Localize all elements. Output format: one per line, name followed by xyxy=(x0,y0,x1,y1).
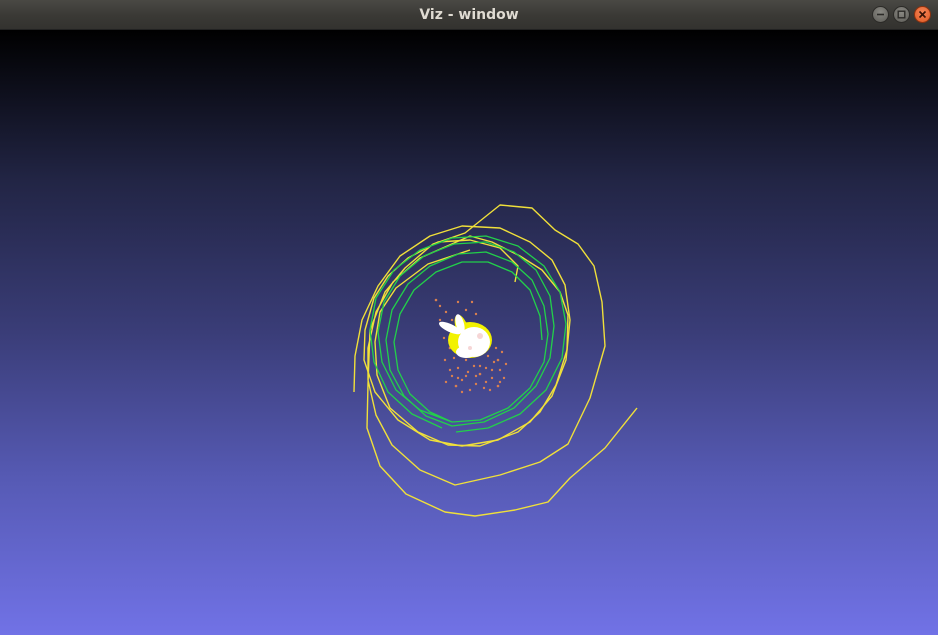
title-bar[interactable]: Viz - window xyxy=(0,0,938,30)
viz-window: Viz - window xyxy=(0,0,938,635)
maximize-icon xyxy=(897,10,906,19)
scene-canvas[interactable] xyxy=(0,30,938,635)
window-controls xyxy=(872,6,931,23)
close-button[interactable] xyxy=(914,6,931,23)
3d-viewport[interactable] xyxy=(0,30,938,635)
central-object xyxy=(438,314,492,358)
maximize-button[interactable] xyxy=(893,6,910,23)
window-title: Viz - window xyxy=(419,7,519,23)
minimize-button[interactable] xyxy=(872,6,889,23)
minimize-icon xyxy=(877,13,884,16)
close-icon xyxy=(918,10,927,19)
